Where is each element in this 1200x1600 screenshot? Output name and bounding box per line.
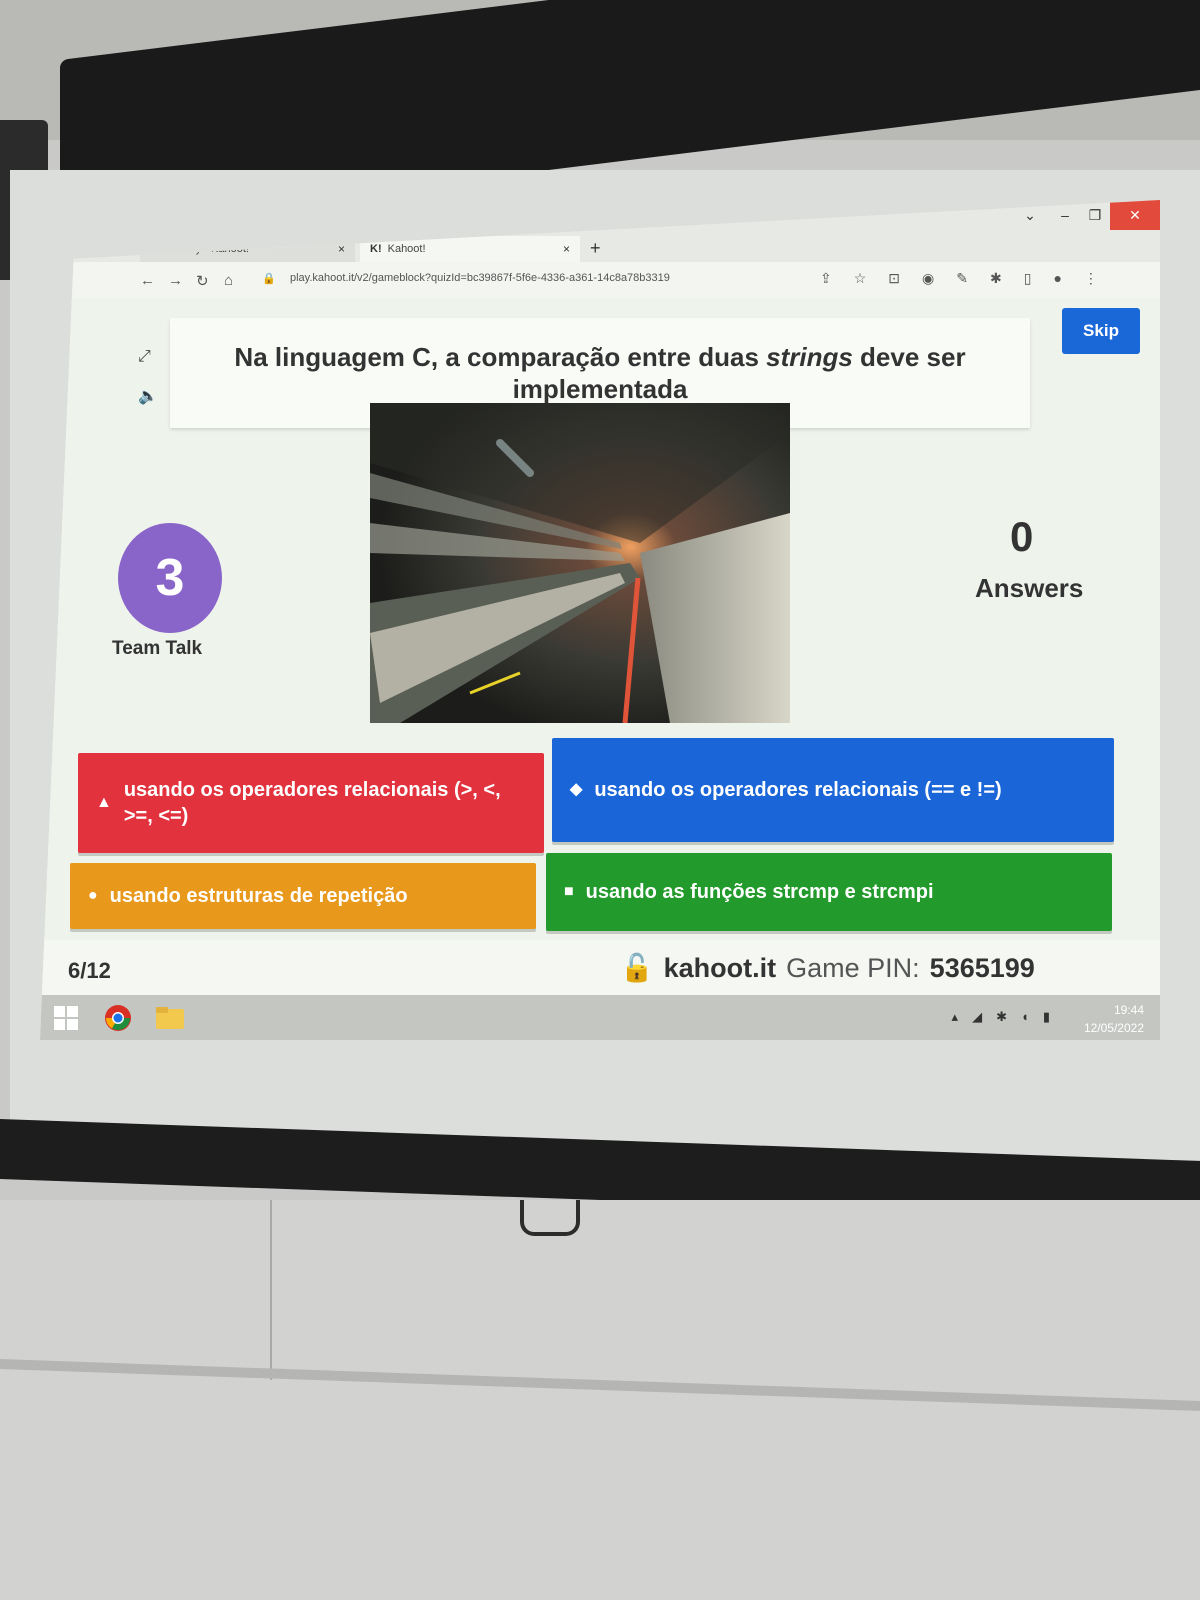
extensions-bar: ⇪ ☆ ⊡ ◉ ✎ ✱ ▯ ● ⋮: [820, 270, 1098, 287]
game-pin-value: 5365199: [929, 952, 1035, 983]
volume-icon[interactable]: 🔈: [138, 386, 158, 406]
game-footer: 6/12 🔓 kahoot.it Game PIN: 5365199: [40, 940, 1160, 995]
extension-icon[interactable]: ⊡: [888, 270, 900, 287]
address-bar: ← → ↻ ⌂ 🔒 play.kahoot.it/v2/gameblock?qu…: [40, 262, 1160, 298]
windows-taskbar: ▴ ◢ ✱ ◖ ▮ 19:44 12/05/2022: [40, 995, 1160, 1040]
system-tray: ▴ ◢ ✱ ◖ ▮: [952, 1009, 1050, 1025]
tab-close-icon[interactable]: ×: [563, 242, 570, 256]
windows-start-icon[interactable]: [48, 1001, 84, 1035]
answers-count: 0: [1010, 513, 1034, 560]
answer-red-triangle[interactable]: ▲ usando os operadores relacionais (>, <…: [78, 753, 544, 853]
answer-text: usando estruturas de repetição: [109, 885, 408, 907]
clock-time: 19:44: [1113, 1003, 1144, 1017]
bluetooth-icon[interactable]: ✱: [996, 1009, 1007, 1025]
battery-icon[interactable]: ▮: [1043, 1009, 1050, 1025]
answer-green-square[interactable]: ■ usando as funções strcmp e strcmpi: [546, 853, 1112, 931]
square-icon: ■: [564, 882, 574, 900]
restore-icon[interactable]: ❐: [1080, 200, 1110, 230]
answer-text: usando os operadores relacionais (>, <, …: [123, 779, 501, 827]
chrome-icon[interactable]: [100, 1001, 136, 1035]
answer-yellow-circle[interactable]: ● usando estruturas de repetição: [70, 863, 536, 929]
share-icon[interactable]: ⇪: [820, 270, 832, 287]
back-icon[interactable]: ←: [140, 272, 155, 289]
skip-button[interactable]: Skip: [1062, 308, 1140, 354]
countdown-timer: 3: [118, 523, 222, 633]
tunnel-photo: [370, 403, 790, 723]
answer-text: usando as funções strcmp e strcmpi: [585, 881, 934, 903]
kahoot-site: kahoot.it: [663, 952, 777, 983]
url-field[interactable]: play.kahoot.it/v2/gameblock?quizId=bc398…: [290, 272, 670, 284]
whiteboard-seam: [270, 1200, 272, 1380]
network-icon[interactable]: ◢: [972, 1009, 982, 1025]
game-pin-info: 🔓 kahoot.it Game PIN: 5365199: [620, 952, 1035, 984]
answers-label: Answers: [975, 573, 1084, 603]
tray-expand-icon[interactable]: ▴: [952, 1009, 959, 1025]
browser-window: K! Library - Kahoot! × K! Kahoot! × + ⌄ …: [40, 200, 1160, 1040]
circle-icon: ●: [88, 886, 98, 904]
question-text-start: Na linguagem C, a comparação entre duas: [234, 341, 767, 372]
bookmark-star-icon[interactable]: ☆: [854, 270, 867, 287]
answer-text: usando os operadores relacionais (== e !…: [594, 779, 1002, 801]
home-icon[interactable]: ⌂: [224, 272, 233, 289]
game-pin-label: Game PIN:: [786, 952, 920, 983]
screen-pull-handle: [520, 1200, 580, 1236]
volume-icon[interactable]: ◖: [1021, 1009, 1029, 1025]
fullscreen-icon[interactable]: ⤢: [138, 348, 151, 366]
new-tab-button[interactable]: +: [590, 238, 601, 259]
menu-dots-icon[interactable]: ⋮: [1084, 270, 1098, 287]
forward-icon[interactable]: →: [168, 272, 183, 289]
question-text-emphasis: strings: [766, 341, 853, 372]
window-close-icon[interactable]: ✕: [1110, 200, 1160, 230]
lock-icon: 🔓: [620, 953, 654, 983]
clock-date: 12/05/2022: [1083, 1021, 1144, 1035]
pen-extension-icon[interactable]: ✎: [956, 270, 968, 287]
lock-icon: 🔒: [262, 273, 276, 285]
extension-badge-icon[interactable]: ◉: [922, 270, 934, 287]
diamond-icon: ◆: [570, 780, 583, 798]
triangle-icon: ▲: [96, 793, 112, 811]
question-image: [370, 403, 790, 723]
tab-label: Kahoot!: [387, 243, 426, 255]
puzzle-icon[interactable]: ✱: [990, 270, 1002, 287]
file-explorer-icon[interactable]: [152, 1001, 188, 1035]
kahoot-favicon: K!: [370, 243, 382, 255]
team-talk-label: Team Talk: [112, 638, 203, 659]
reload-icon[interactable]: ↻: [196, 272, 209, 290]
taskbar-clock[interactable]: 19:44 12/05/2022: [1084, 1001, 1144, 1037]
question-counter: 6/12: [68, 958, 111, 983]
profile-avatar-icon[interactable]: ●: [1053, 270, 1061, 287]
kahoot-game-area: Na linguagem C, a comparação entre duas …: [40, 298, 1160, 998]
sidebar-icon[interactable]: ▯: [1024, 270, 1032, 287]
answer-blue-diamond[interactable]: ◆ usando os operadores relacionais (== e…: [552, 738, 1114, 842]
